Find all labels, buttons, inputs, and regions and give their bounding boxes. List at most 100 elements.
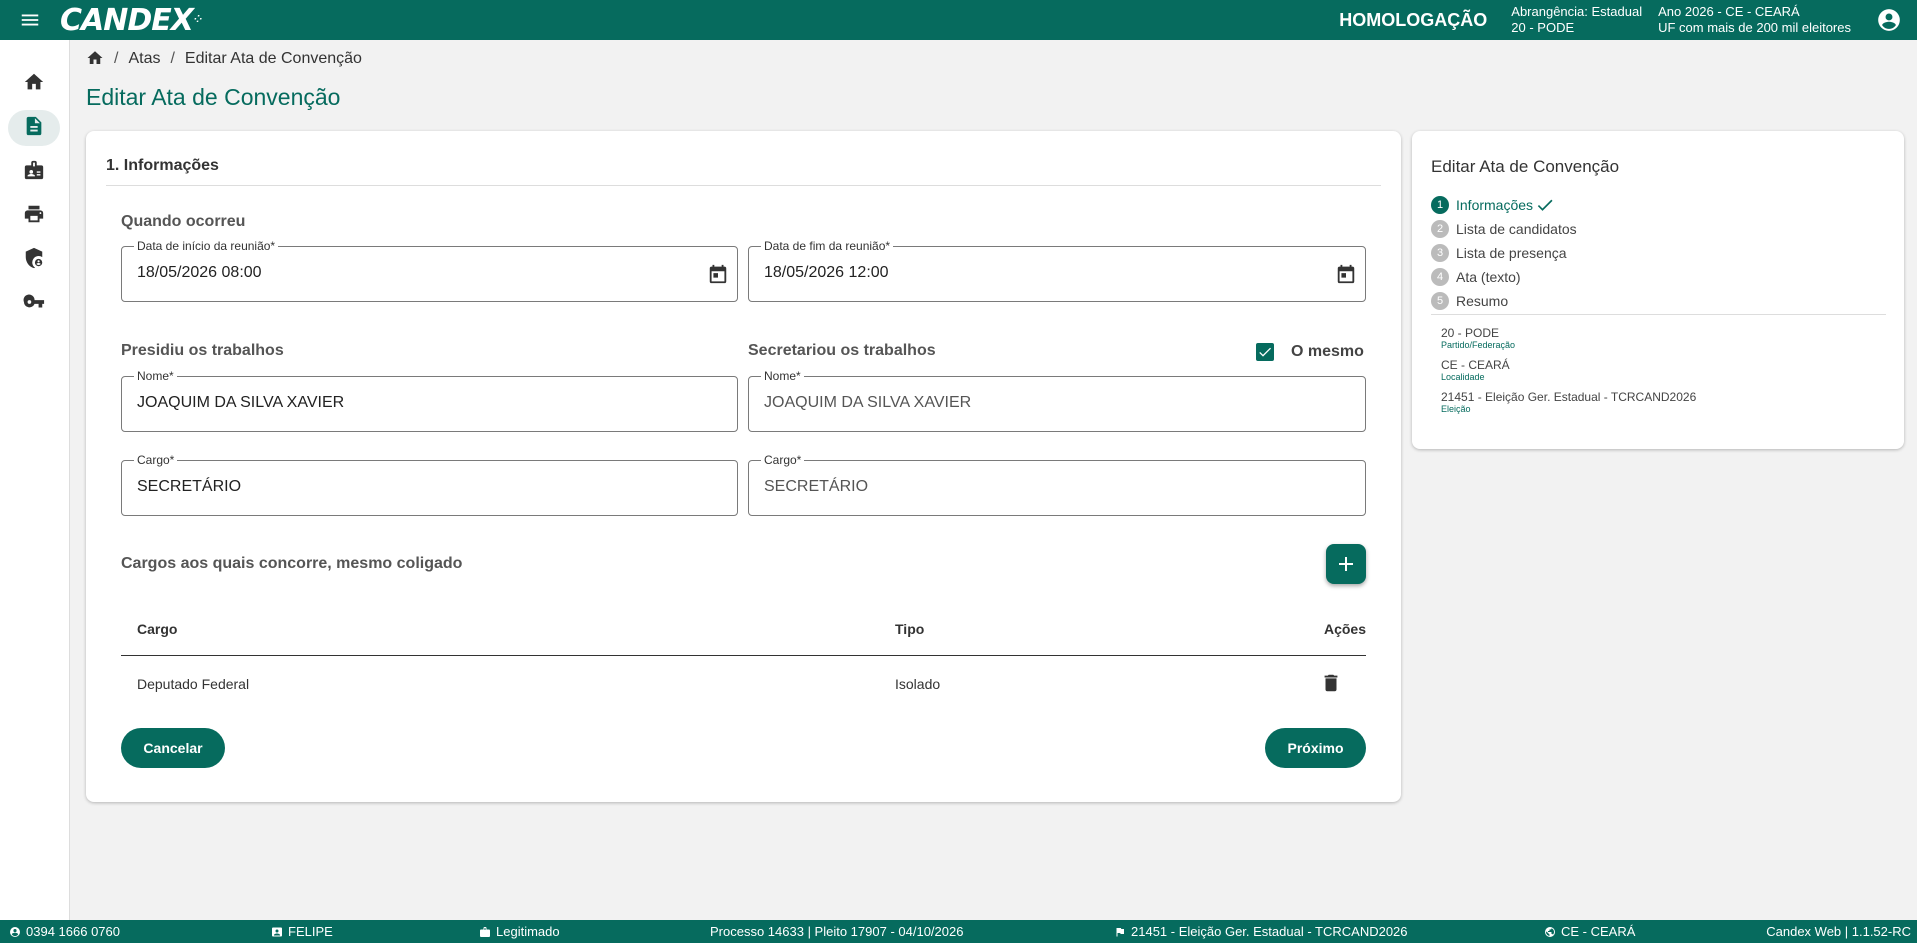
cell-tipo: Isolado — [895, 676, 941, 692]
step-label: Lista de candidatos — [1456, 221, 1577, 237]
presided-role-field[interactable]: Cargo* SECRETÁRIO — [121, 453, 738, 516]
same-checkbox-label: O mesmo — [1291, 343, 1364, 360]
badge-icon — [480, 926, 490, 937]
logo-text: CANDEX — [60, 2, 194, 38]
table-row: Deputado Federal Isolado — [121, 656, 1366, 711]
footer-process: Processo 14633 | Pleito 17907 - 04/10/20… — [710, 924, 964, 939]
same-checkbox-wrap: O mesmo — [1256, 343, 1364, 361]
table-header: Cargo Tipo Ações — [121, 601, 1366, 656]
breadcrumb: / Atas / Editar Ata de Convenção — [86, 48, 362, 70]
check-icon — [1535, 195, 1555, 215]
nav-badge[interactable] — [8, 154, 60, 190]
presided-name-value: JOAQUIM DA SILVA XAVIER — [137, 394, 345, 411]
step-label: Ata (texto) — [1456, 269, 1521, 285]
nav-print[interactable] — [8, 198, 60, 234]
presided-name-field[interactable]: Nome* JOAQUIM DA SILVA XAVIER — [121, 369, 738, 432]
footer-version: Candex Web | 1.1.52-RC — [1766, 924, 1911, 939]
secretary-name-field[interactable]: Nome* JOAQUIM DA SILVA XAVIER — [748, 369, 1366, 432]
positions-table: Cargo Tipo Ações Deputado Federal Isolad… — [121, 601, 1366, 711]
party-line: 20 - PODE — [1511, 20, 1575, 35]
breadcrumb-atas[interactable]: Atas — [128, 50, 160, 68]
step-resumo[interactable]: 5 Resumo — [1431, 289, 1577, 313]
summary-value: 20 - PODE — [1441, 326, 1500, 340]
home-icon — [23, 71, 45, 98]
step-ata-texto[interactable]: 4 Ata (texto) — [1431, 265, 1577, 289]
nav-key[interactable] — [8, 286, 60, 322]
summary-item: CE - CEARÁ Localidade — [1441, 358, 1696, 382]
step-informacoes[interactable]: 1 Informações — [1431, 193, 1577, 217]
status-footer: 0394 1666 0760 FELIPE Legitimado Process… — [0, 920, 1917, 943]
steps-list: 1 Informações 2 Lista de candidatos 3 Li… — [1431, 193, 1577, 313]
step-label: Lista de presença — [1456, 245, 1567, 261]
step-label: Informações — [1456, 197, 1534, 213]
flag-icon — [1116, 927, 1124, 936]
breadcrumb-current: Editar Ata de Convenção — [184, 50, 362, 67]
steps-card: Editar Ata de Convenção 1 Informações 2 … — [1412, 131, 1904, 449]
footer-location: CE - CEARÁ — [1544, 924, 1635, 939]
header-cargo: Cargo — [137, 621, 178, 637]
step-lista-candidatos[interactable]: 2 Lista de candidatos — [1431, 217, 1577, 241]
page-title: Editar Ata de Convenção — [86, 84, 341, 110]
calendar-icon[interactable] — [1335, 263, 1357, 285]
year-line: Ano 2026 - CE - CEARÁ — [1658, 4, 1800, 19]
scope-line: Abrangência: Estadual — [1511, 4, 1643, 19]
footer-election: 21451 - Eleição Ger. Estadual - TCRCAND2… — [1114, 924, 1408, 939]
app-logo: CANDEX ⁘ — [60, 3, 204, 38]
nav-home[interactable] — [8, 66, 60, 102]
nav-security[interactable] — [8, 242, 60, 278]
shield-user-icon — [23, 247, 45, 274]
cell-cargo: Deputado Federal — [137, 676, 250, 692]
header-acoes: Ações — [1323, 621, 1366, 637]
presided-name-label: Nome* — [134, 369, 177, 383]
nav-documents[interactable] — [8, 110, 60, 146]
calendar-icon[interactable] — [707, 263, 729, 285]
presided-role-value: SECRETÁRIO — [137, 478, 242, 495]
step-number: 4 — [1431, 268, 1449, 286]
summary-value: CE - CEARÁ — [1441, 358, 1510, 372]
end-date-label: Data de fim da reunião* — [761, 239, 894, 253]
next-button[interactable]: Próximo — [1265, 728, 1366, 768]
badge-icon — [23, 159, 45, 186]
contact-icon — [272, 927, 282, 936]
secretary-role-value: SECRETÁRIO — [764, 478, 869, 495]
key-icon — [23, 291, 45, 318]
account-icon[interactable] — [1869, 0, 1909, 40]
side-title: Editar Ata de Convenção — [1431, 157, 1620, 176]
footer-status: Legitimado — [479, 924, 560, 939]
presided-role-label: Cargo* — [134, 453, 178, 467]
cancel-button[interactable]: Cancelar — [121, 728, 225, 768]
section-divider — [106, 185, 1381, 186]
section-title: 1. Informações — [106, 157, 219, 174]
menu-icon[interactable] — [0, 0, 60, 40]
footer-user-id: 0394 1666 0760 — [9, 924, 120, 939]
secretary-name-label: Nome* — [761, 369, 804, 383]
breadcrumb-home-icon[interactable] — [86, 46, 104, 72]
step-lista-presenca[interactable]: 3 Lista de presença — [1431, 241, 1577, 265]
top-app-bar: CANDEX ⁘ HOMOLOGAÇÃO Abrangência: Estadu… — [0, 0, 1917, 40]
summary-label: Partido/Federação — [1441, 340, 1516, 350]
when-heading: Quando ocorreu — [121, 213, 246, 230]
globe-icon — [1545, 926, 1555, 937]
start-date-label: Data de início da reunião* — [134, 239, 279, 253]
logo-dots: ⁘ — [193, 14, 202, 25]
presided-heading: Presidiu os trabalhos — [121, 342, 284, 359]
side-divider — [1431, 314, 1886, 315]
summary-item: 21451 - Eleição Ger. Estadual - TCRCAND2… — [1441, 390, 1696, 414]
step-label: Resumo — [1456, 293, 1509, 309]
add-position-button[interactable] — [1326, 544, 1366, 584]
same-checkbox[interactable] — [1256, 343, 1274, 361]
step-number: 2 — [1431, 220, 1449, 238]
summary-list: 20 - PODE Partido/Federação CE - CEARÁ L… — [1441, 326, 1696, 422]
positions-heading: Cargos aos quais concorre, mesmo coligad… — [121, 555, 463, 572]
start-date-field[interactable]: Data de início da reunião* 18/05/2026 08… — [121, 239, 738, 302]
delete-icon[interactable] — [1320, 672, 1342, 694]
account-circle-icon — [10, 926, 20, 937]
summary-item: 20 - PODE Partido/Federação — [1441, 326, 1696, 350]
uf-line: UF com mais de 200 mil eleitores — [1658, 20, 1851, 35]
header-tipo: Tipo — [895, 621, 925, 637]
start-date-value: 18/05/2026 08:00 — [137, 264, 262, 281]
end-date-field[interactable]: Data de fim da reunião* 18/05/2026 12:00 — [748, 239, 1366, 302]
summary-label: Localidade — [1441, 372, 1485, 382]
form-card: 1. Informações Quando ocorreu Data de in… — [86, 131, 1401, 802]
secretary-role-field[interactable]: Cargo* SECRETÁRIO — [748, 453, 1366, 516]
